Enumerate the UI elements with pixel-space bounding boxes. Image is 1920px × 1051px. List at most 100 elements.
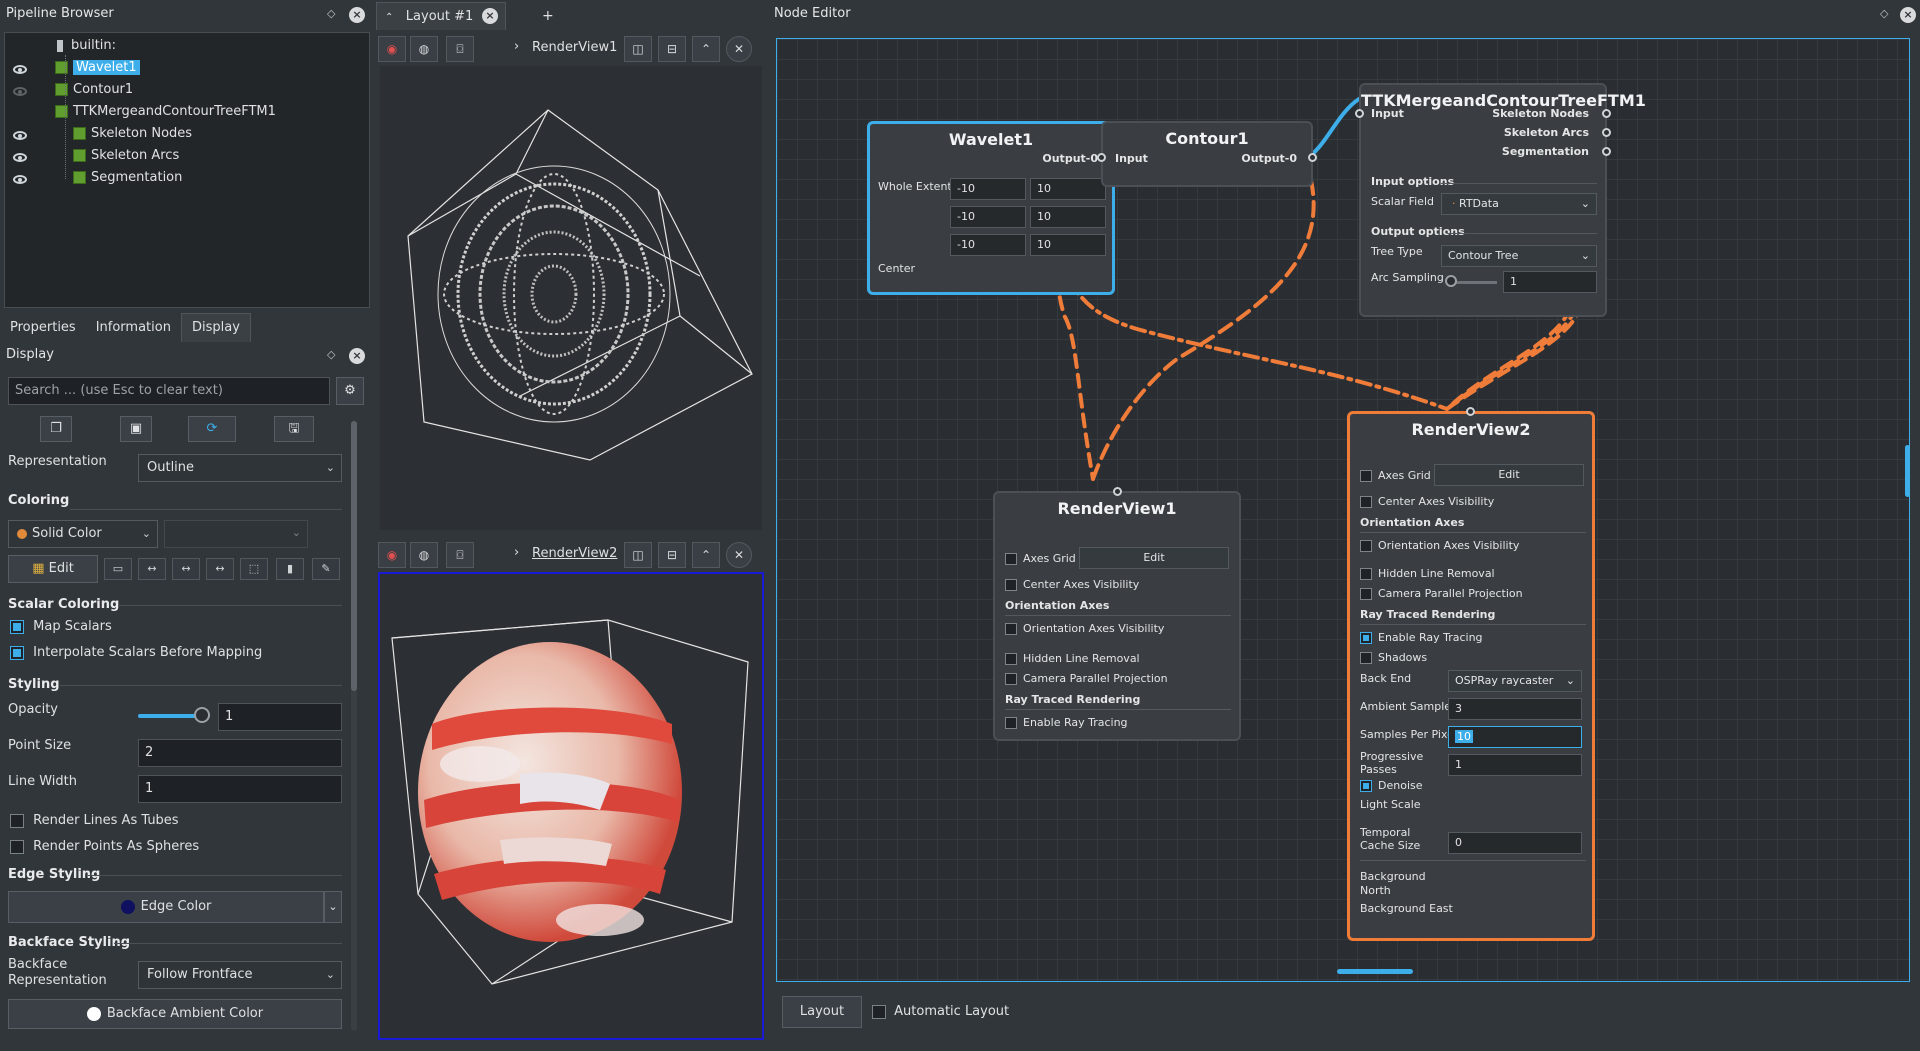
copy-icon[interactable]: ❐ — [40, 416, 72, 442]
renderview2-name[interactable]: RenderView2 — [532, 546, 617, 561]
orientation-axes-checkbox[interactable] — [1360, 540, 1372, 552]
scrollbar-thumb[interactable] — [351, 421, 357, 691]
input-port[interactable] — [1113, 487, 1122, 496]
float-panel-icon[interactable]: ◇ — [327, 7, 335, 20]
tree-item-contour1[interactable]: Contour1 — [55, 79, 133, 101]
checkbox[interactable] — [10, 619, 24, 634]
rescale-temporal-icon[interactable]: ↔ — [206, 558, 234, 580]
split-vertical-icon[interactable]: ⊟ — [658, 542, 686, 568]
temporal-cache-field[interactable]: 0 — [1448, 832, 1582, 854]
tree-item-segmentation[interactable]: Segmentation — [73, 167, 182, 189]
denoise-checkbox[interactable] — [1360, 780, 1372, 792]
input-port[interactable] — [1097, 153, 1106, 162]
enable-ray-tracing-checkbox[interactable] — [1005, 717, 1017, 729]
edge-color-button[interactable]: Edge Color — [8, 891, 324, 923]
input-port[interactable] — [1466, 407, 1475, 416]
interpolate-checkbox[interactable]: Interpolate Scalars Before Mapping — [10, 645, 262, 660]
coloring-select[interactable]: Solid Color ⌄ — [8, 520, 158, 548]
split-horizontal-icon[interactable]: ◫ — [624, 36, 652, 62]
extent-field[interactable]: -10 — [950, 206, 1026, 228]
edge-color-menu[interactable]: ⌄ — [324, 891, 342, 923]
arc-sampling-handle[interactable] — [1445, 275, 1457, 287]
hidden-line-checkbox[interactable] — [1005, 653, 1017, 665]
arc-sampling-field[interactable]: 1 — [1503, 271, 1597, 293]
screenshot-icon[interactable]: ⌼ — [446, 542, 474, 568]
orientation-axes-checkbox[interactable] — [1005, 623, 1017, 635]
shadows-checkbox[interactable] — [1360, 652, 1372, 664]
scalar-bar-icon[interactable]: ▮ — [276, 558, 304, 580]
view-camera-icon[interactable]: ◍ — [410, 36, 438, 62]
vertical-scrollbar-thumb[interactable] — [1905, 445, 1909, 497]
renderview1-name[interactable]: RenderView1 — [532, 40, 617, 55]
lines-as-tubes-checkbox[interactable]: Render Lines As Tubes — [10, 813, 179, 828]
ambient-samples-field[interactable]: 3 — [1448, 698, 1582, 720]
checkbox[interactable] — [10, 839, 24, 854]
axes-grid-checkbox[interactable] — [1360, 470, 1372, 482]
maximize-icon[interactable]: ⌃ — [692, 36, 720, 62]
capture-camera-icon[interactable]: ◉ — [378, 36, 406, 62]
automatic-layout-checkbox[interactable]: Automatic Layout — [872, 1004, 1009, 1019]
node-contour1[interactable]: Contour1 Input Output-0 — [1097, 121, 1317, 187]
close-icon[interactable]: × — [1900, 7, 1916, 23]
point-size-field[interactable]: 2 — [138, 739, 342, 767]
tab-information[interactable]: Information — [86, 314, 181, 342]
map-scalars-checkbox[interactable]: Map Scalars — [10, 619, 112, 634]
paste-icon[interactable]: ▣ — [120, 416, 152, 442]
tab-display[interactable]: Display — [180, 313, 251, 342]
view-camera-icon[interactable]: ◍ — [410, 542, 438, 568]
tree-item-builtin[interactable]: builtin: — [57, 35, 116, 57]
close-icon[interactable]: × — [349, 348, 365, 364]
edit-colormap-button[interactable]: ▦ Edit — [8, 555, 98, 583]
output-port[interactable] — [1602, 109, 1611, 118]
scalar-field-select[interactable]: · RTData ⌄ — [1441, 193, 1597, 215]
checkbox[interactable] — [10, 645, 24, 660]
camera-parallel-checkbox[interactable] — [1360, 588, 1372, 600]
opacity-slider-handle[interactable] — [194, 707, 210, 723]
split-horizontal-icon[interactable]: ◫ — [624, 542, 652, 568]
close-icon[interactable]: × — [349, 7, 365, 23]
output-port[interactable] — [1602, 128, 1611, 137]
screenshot-icon[interactable]: ⌼ — [446, 36, 474, 62]
extent-field[interactable]: 10 — [1030, 206, 1106, 228]
representation-select[interactable]: Outline ⌄ — [138, 454, 342, 482]
samples-per-pixel-field[interactable]: 10 — [1448, 726, 1582, 748]
edit-scalar-bar-icon[interactable]: ✎ — [312, 558, 340, 580]
tree-item-skeleton-arcs[interactable]: Skeleton Arcs — [73, 145, 179, 167]
close-tab-icon[interactable]: × — [482, 8, 498, 24]
node-renderview1[interactable]: RenderView1 Axes Grid Edit Center Axes V… — [993, 487, 1241, 741]
rescale-custom-icon[interactable]: ↔ — [172, 558, 200, 580]
axes-grid-edit-button[interactable]: Edit — [1434, 464, 1584, 486]
node-graph-canvas[interactable]: Wavelet1 Output-0 Whole Extent -10 10 -1… — [776, 38, 1910, 982]
camera-parallel-checkbox[interactable] — [1005, 673, 1017, 685]
maximize-icon[interactable]: ⌃ — [692, 542, 720, 568]
restore-icon[interactable]: ⟳ — [188, 416, 236, 442]
rescale-range-icon[interactable]: ↔ — [138, 558, 166, 580]
close-view-icon[interactable]: ✕ — [726, 542, 752, 568]
points-as-spheres-checkbox[interactable]: Render Points As Spheres — [10, 839, 199, 854]
node-renderview2[interactable]: RenderView2 Axes Grid Edit Center Axes V… — [1347, 407, 1595, 941]
float-panel-icon[interactable]: ◇ — [1880, 7, 1888, 20]
visibility-eye-icon[interactable] — [13, 131, 27, 140]
save-icon[interactable]: 🖫 — [274, 416, 314, 442]
renderview1-canvas[interactable] — [380, 66, 762, 530]
visibility-eye-icon[interactable] — [13, 153, 27, 162]
extent-field[interactable]: 10 — [1030, 234, 1106, 256]
checkbox[interactable] — [10, 813, 24, 828]
output-port[interactable] — [1308, 153, 1317, 162]
renderview2-canvas[interactable] — [378, 572, 764, 1040]
colormap-tool-icon[interactable]: ▭ — [104, 558, 132, 580]
capture-camera-icon[interactable]: ◉ — [378, 542, 406, 568]
tree-type-select[interactable]: Contour Tree ⌄ — [1441, 245, 1597, 267]
tree-item-ttk[interactable]: TTKMergeandContourTreeFTM1 — [55, 101, 276, 123]
horizontal-scrollbar-thumb[interactable] — [1337, 969, 1413, 974]
gear-icon[interactable]: ⚙ — [336, 377, 364, 405]
tab-properties[interactable]: Properties — [0, 314, 86, 342]
split-vertical-icon[interactable]: ⊟ — [658, 36, 686, 62]
axes-grid-edit-button[interactable]: Edit — [1079, 547, 1229, 569]
float-panel-icon[interactable]: ◇ — [327, 348, 335, 361]
backface-rep-select[interactable]: Follow Frontface ⌄ — [138, 961, 342, 989]
extent-field[interactable]: -10 — [950, 178, 1026, 200]
node-wavelet1[interactable]: Wavelet1 Output-0 Whole Extent -10 10 -1… — [867, 121, 1118, 295]
checkbox[interactable] — [872, 1004, 886, 1019]
rescale-visible-icon[interactable]: ⬚ — [240, 558, 268, 580]
